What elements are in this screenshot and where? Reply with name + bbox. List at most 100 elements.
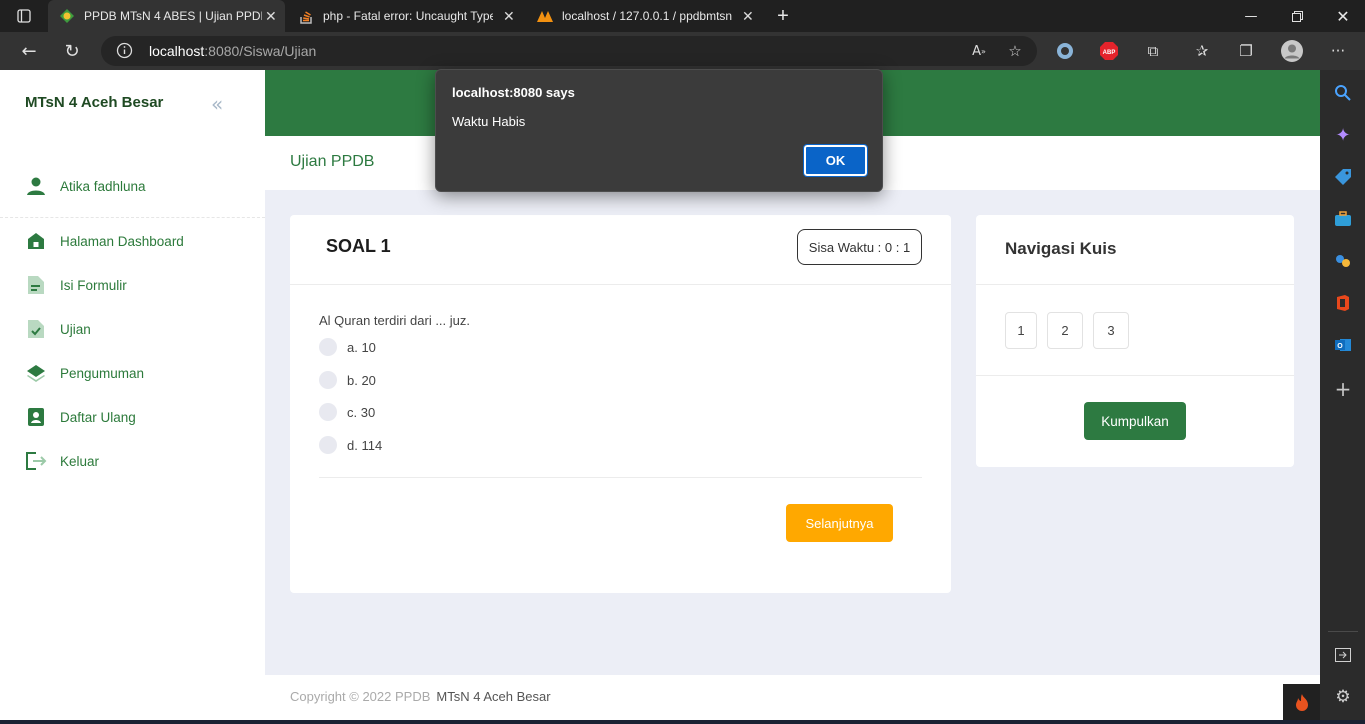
refresh-icon[interactable]: ↻ (59, 39, 85, 63)
url-text[interactable]: localhost:8080/Siswa/Ujian (149, 43, 316, 59)
option-label: d. 114 (347, 437, 383, 453)
address-toolbar: ← ↻ localhost:8080/Siswa/Ujian A» ☆ ABP … (0, 32, 1365, 70)
sidebar-item-label: Daftar Ulang (60, 409, 136, 425)
option-label: b. 20 (347, 372, 376, 388)
sidebar-divider (1328, 631, 1358, 632)
sidebar-item-label: Ujian (60, 321, 91, 337)
option-label: c. 30 (347, 404, 376, 420)
extension-circle-icon[interactable] (1055, 41, 1075, 61)
settings-gear-icon[interactable]: ⚙ (1332, 686, 1354, 708)
answer-option-c[interactable]: c. 30 (319, 402, 375, 422)
sidebar: MTsN 4 Aceh Besar « Atika fadhluna Halam… (0, 70, 265, 720)
sidebar-item-daftar-ulang[interactable]: Daftar Ulang (25, 405, 136, 429)
close-window-button[interactable]: ✕ (1320, 0, 1365, 32)
sidebar-user[interactable]: Atika fadhluna (25, 174, 146, 198)
close-tab-icon[interactable]: ✕ (742, 8, 754, 25)
fire-icon[interactable] (1283, 684, 1320, 720)
user-icon (25, 175, 47, 197)
collapse-sidebar-icon[interactable]: « (211, 92, 223, 116)
option-label: a. 10 (347, 339, 376, 355)
question-text: Al Quran terdiri dari ... juz. (319, 313, 470, 328)
tab-title: php - Fatal error: Uncaught TypeE (323, 9, 493, 23)
add-favorite-icon[interactable]: ☆ (1005, 41, 1025, 61)
answer-option-d[interactable]: d. 114 (319, 435, 382, 455)
card-divider (290, 284, 951, 285)
restore-button[interactable] (1274, 0, 1320, 32)
radio-button[interactable] (319, 371, 337, 389)
url-path: :8080/Siswa/Ujian (204, 43, 317, 59)
alert-dialog: localhost:8080 says Waktu Habis OK (435, 69, 883, 192)
extensions-icon[interactable]: ⧉ (1143, 41, 1163, 61)
copyright-text: Copyright © 2022 PPDB MTsN 4 Aceh Besar (290, 689, 551, 704)
games-icon[interactable] (1332, 250, 1354, 272)
read-aloud-icon[interactable]: A» (969, 41, 989, 61)
new-tab-button[interactable]: + (770, 0, 796, 32)
question-nav-2[interactable]: 2 (1047, 312, 1083, 349)
sidebar-item-isi-formulir[interactable]: Isi Formulir (25, 273, 127, 297)
radio-button[interactable] (319, 338, 337, 356)
copilot-sparkle-icon[interactable]: ✦ (1332, 124, 1354, 146)
dialog-title: localhost:8080 says (452, 85, 575, 100)
sidebar-item-keluar[interactable]: Keluar (25, 449, 99, 473)
radio-button[interactable] (319, 403, 337, 421)
question-nav-3[interactable]: 3 (1093, 312, 1129, 349)
tools-briefcase-icon[interactable] (1332, 208, 1354, 230)
url-host: localhost (149, 43, 205, 59)
dialog-ok-button[interactable]: OK (803, 144, 868, 177)
close-tab-icon[interactable]: ✕ (265, 8, 277, 25)
submit-button[interactable]: Kumpulkan (1084, 402, 1186, 440)
shopping-tag-icon[interactable] (1332, 166, 1354, 188)
favorites-icon[interactable]: ✰ (1192, 41, 1212, 61)
copyright-label: Copyright © 2022 PPDB (290, 689, 431, 704)
radio-button[interactable] (319, 436, 337, 454)
tab-php-error[interactable]: php - Fatal error: Uncaught TypeE ✕ (290, 0, 527, 32)
question-card: SOAL 1 Sisa Waktu : 0 : 1 Al Quran terdi… (290, 215, 951, 593)
tab-phpmyadmin[interactable]: localhost / 127.0.0.1 / ppdbmtsn ✕ (527, 0, 764, 32)
sidebar-user-name: Atika fadhluna (60, 178, 146, 194)
more-menu-icon[interactable]: ··· (1328, 41, 1348, 61)
back-arrow-icon[interactable]: ← (16, 39, 42, 63)
footer: Copyright © 2022 PPDB MTsN 4 Aceh Besar (265, 675, 1320, 720)
sidebar-divider (0, 217, 265, 218)
footer-school-name: MTsN 4 Aceh Besar (436, 689, 551, 704)
document-check-icon (25, 318, 47, 340)
card-divider (976, 375, 1294, 376)
tab-ujian-ppdb[interactable]: PPDB MTsN 4 ABES | Ujian PPDB ✕ (48, 0, 285, 32)
close-tab-icon[interactable]: ✕ (503, 8, 515, 25)
answer-option-b[interactable]: b. 20 (319, 370, 376, 390)
answer-option-a[interactable]: a. 10 (319, 337, 376, 357)
hide-sidebar-icon[interactable] (1332, 644, 1354, 666)
site-info-icon[interactable] (116, 42, 133, 63)
minimize-button[interactable]: — (1228, 0, 1274, 32)
svg-text:ABP: ABP (1103, 50, 1116, 56)
dialog-message: Waktu Habis (452, 114, 526, 129)
search-icon[interactable] (1332, 82, 1354, 104)
school-logo-icon (59, 8, 75, 27)
sidebar-item-label: Halaman Dashboard (60, 233, 184, 249)
browser-tab-strip: PPDB MTsN 4 ABES | Ujian PPDB ✕ php - Fa… (0, 0, 1365, 32)
question-nav-1[interactable]: 1 (1005, 312, 1037, 349)
outlook-icon[interactable]: O (1332, 334, 1354, 356)
next-button[interactable]: Selanjutnya (786, 504, 893, 542)
layers-icon (25, 362, 47, 384)
tab-actions-icon[interactable] (8, 0, 40, 32)
svg-text:O: O (1337, 343, 1343, 350)
question-number-title: SOAL 1 (326, 236, 391, 256)
add-sidebar-app-icon[interactable]: + (1332, 377, 1354, 401)
sidebar-item-ujian[interactable]: Ujian (25, 317, 91, 341)
sidebar-item-dashboard[interactable]: Halaman Dashboard (25, 229, 184, 253)
profile-avatar[interactable] (1280, 39, 1304, 63)
document-icon (25, 274, 47, 296)
card-divider (976, 284, 1294, 285)
options-divider (319, 477, 922, 478)
address-bar[interactable]: localhost:8080/Siswa/Ujian A» ☆ (101, 36, 1037, 66)
quiz-navigation-card: Navigasi Kuis 1 2 3 Kumpulkan (976, 215, 1294, 467)
office-icon[interactable] (1332, 292, 1354, 314)
phpmyadmin-icon (536, 9, 554, 26)
tab-title: PPDB MTsN 4 ABES | Ujian PPDB (84, 9, 262, 23)
collections-icon[interactable]: ❐ (1236, 41, 1256, 61)
adblock-plus-icon[interactable]: ABP (1099, 41, 1119, 61)
sidebar-item-pengumuman[interactable]: Pengumuman (25, 361, 144, 385)
sidebar-item-label: Keluar (60, 453, 100, 469)
home-icon (25, 230, 47, 252)
